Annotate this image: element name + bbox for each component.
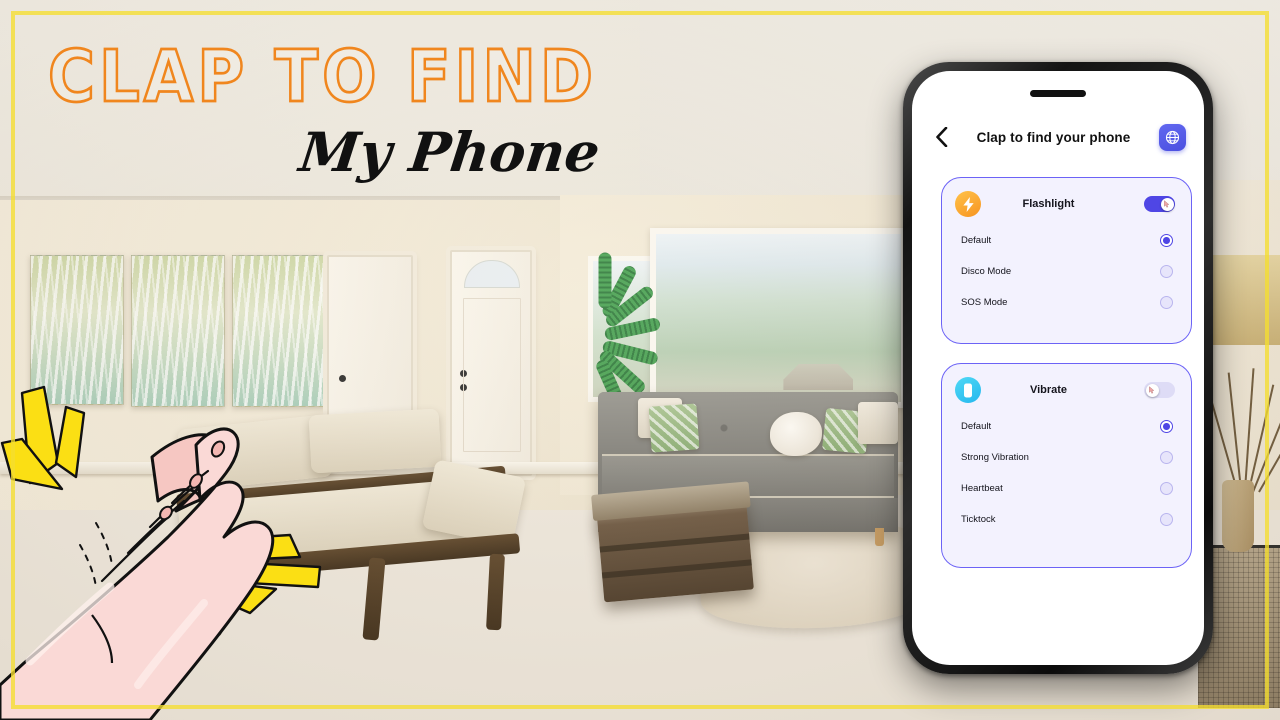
option-label: Heartbeat [961, 483, 1003, 494]
option-row[interactable]: Strong Vibration [955, 442, 1175, 473]
door-knob [339, 375, 346, 382]
phone-mockup: Clap to find your phone Flashlight Defau… [903, 62, 1213, 674]
trunk-strap [599, 533, 750, 553]
card-header: Flashlight [955, 190, 1175, 218]
bolt-glyph [962, 196, 974, 212]
radio-button-selected[interactable] [1160, 234, 1173, 247]
radio-button[interactable] [1160, 265, 1173, 278]
spark-burst-upper [0, 385, 86, 491]
trunk-strap [601, 559, 752, 579]
door-knob [460, 370, 467, 377]
throw-pillow [858, 402, 898, 444]
page-subtitle: My Phone [296, 120, 604, 184]
card-vibrate: Vibrate Default Strong Vibration Heartbe… [941, 363, 1192, 568]
option-label: Default [961, 421, 992, 432]
radio-button[interactable] [1160, 513, 1173, 526]
sofa-leg [875, 528, 884, 546]
card-title-flashlight: Flashlight [1022, 198, 1075, 210]
card-header: Vibrate [955, 376, 1175, 404]
language-button[interactable] [1159, 123, 1186, 151]
vase [1222, 480, 1254, 552]
lightning-bolt-icon [955, 191, 981, 217]
radio-button-selected[interactable] [1160, 420, 1173, 433]
toggle-knob [1160, 197, 1174, 211]
chevron-left-icon [935, 127, 947, 147]
chair-leg [486, 553, 505, 631]
radio-button[interactable] [1160, 451, 1173, 464]
phone-glyph [964, 383, 972, 397]
option-label: Disco Mode [961, 266, 1012, 277]
earpiece-speaker [1030, 90, 1086, 97]
door-deadbolt [460, 384, 467, 391]
option-label: Strong Vibration [961, 452, 1029, 463]
phone-vibrate-icon [955, 377, 981, 403]
option-label: Ticktock [961, 514, 996, 525]
cursor-icon [1149, 386, 1155, 394]
card-title-vibrate: Vibrate [1029, 384, 1068, 396]
flashlight-toggle[interactable] [1144, 196, 1175, 212]
option-row[interactable]: SOS Mode [955, 287, 1175, 318]
option-label: Default [961, 235, 992, 246]
option-row[interactable]: Ticktock [955, 504, 1175, 535]
art-panel [30, 255, 124, 405]
radio-button[interactable] [1160, 296, 1173, 309]
picture-window [650, 228, 907, 408]
vibrate-toggle[interactable] [1144, 382, 1175, 398]
option-row[interactable]: Heartbeat [955, 473, 1175, 504]
option-row[interactable]: Disco Mode [955, 256, 1175, 287]
option-label: SOS Mode [961, 297, 1008, 308]
phone-screen: Clap to find your phone Flashlight Defau… [912, 71, 1204, 665]
lamp-shade [1210, 255, 1280, 345]
app-header: Clap to find your phone [912, 115, 1204, 159]
toggle-knob [1145, 383, 1159, 397]
clap-svg [0, 385, 322, 720]
card-flashlight: Flashlight Default Disco Mode SOS Mode [941, 177, 1192, 344]
cursor-icon [1164, 200, 1170, 208]
page-title: CLAP TO FIND [47, 35, 598, 121]
app-title: Clap to find your phone [976, 129, 1131, 145]
throw-pillow [648, 403, 700, 453]
globe-icon [1165, 130, 1180, 144]
throw-pillow [770, 412, 822, 456]
clapping-hands-illustration [0, 385, 420, 720]
option-row[interactable]: Default [955, 225, 1175, 256]
promo-banner: CLAP TO FIND My Phone Clap to find your … [0, 0, 1280, 720]
option-row[interactable]: Default [955, 411, 1175, 442]
radio-button[interactable] [1160, 482, 1173, 495]
trunk-coffee-table [596, 493, 754, 603]
